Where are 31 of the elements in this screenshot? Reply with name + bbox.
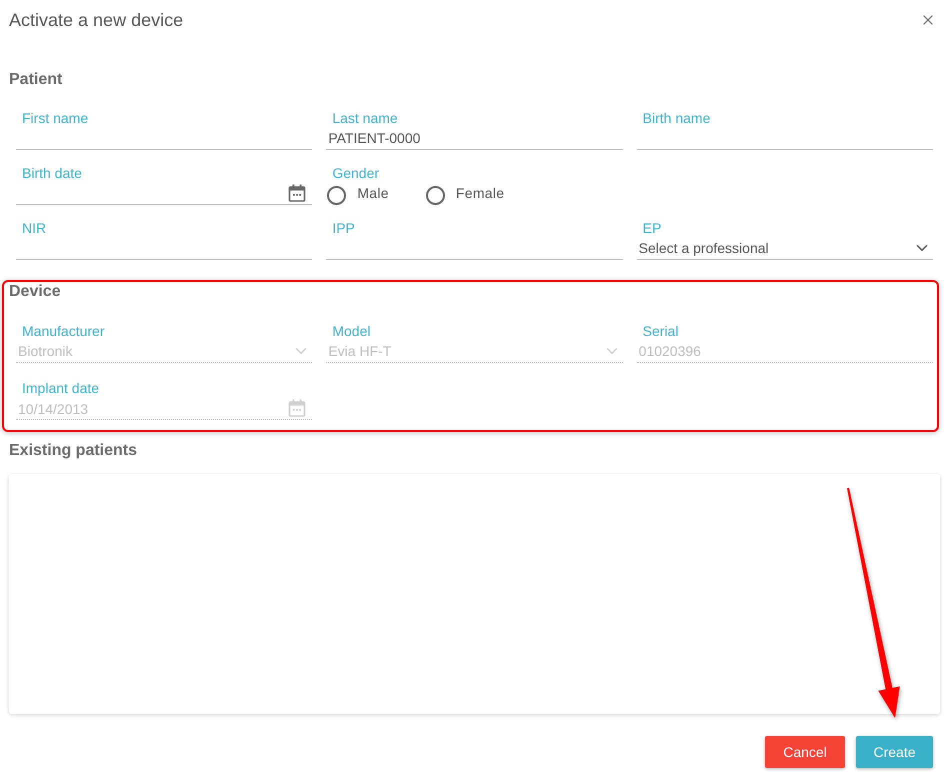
field-label: NIR xyxy=(21,219,46,237)
field-label: IPP xyxy=(331,219,355,237)
field-label: First name xyxy=(21,109,88,127)
field-label: Birth date xyxy=(21,164,82,182)
radio-label[interactable]: Female xyxy=(456,183,504,204)
field-label: Implant date xyxy=(21,379,100,397)
radio-button[interactable] xyxy=(327,186,346,204)
select-value: Biotronik xyxy=(18,342,72,361)
select-placeholder: Select a professional xyxy=(638,239,769,258)
select-value: Evia HF-T xyxy=(328,342,392,361)
field-label: Model xyxy=(331,322,370,340)
text-field[interactable]: PATIENT-0000 xyxy=(326,127,623,150)
section-heading: Device xyxy=(9,282,61,302)
field-label: Gender xyxy=(331,164,380,182)
text-field: 01020396 xyxy=(636,340,933,363)
dialog-title: Activate a new device xyxy=(9,9,184,31)
cancel-button[interactable]: Cancel xyxy=(765,736,845,768)
field-label: Manufacturer xyxy=(21,322,104,340)
section-heading: Existing patients xyxy=(9,441,138,461)
select-field[interactable]: Select a professional xyxy=(636,237,933,260)
radio-label[interactable]: Male xyxy=(357,183,389,204)
section-heading: Patient xyxy=(9,70,62,90)
field-label: Serial xyxy=(642,322,678,340)
calendar-icon[interactable] xyxy=(288,184,306,202)
field-label: EP xyxy=(642,219,662,237)
calendar-icon xyxy=(288,399,306,417)
field-label: Last name xyxy=(331,109,398,127)
radio-button[interactable] xyxy=(426,186,445,204)
field-label: Birth name xyxy=(642,109,710,127)
date-field[interactable] xyxy=(16,182,312,205)
date-value: 10/14/2013 xyxy=(18,400,88,419)
